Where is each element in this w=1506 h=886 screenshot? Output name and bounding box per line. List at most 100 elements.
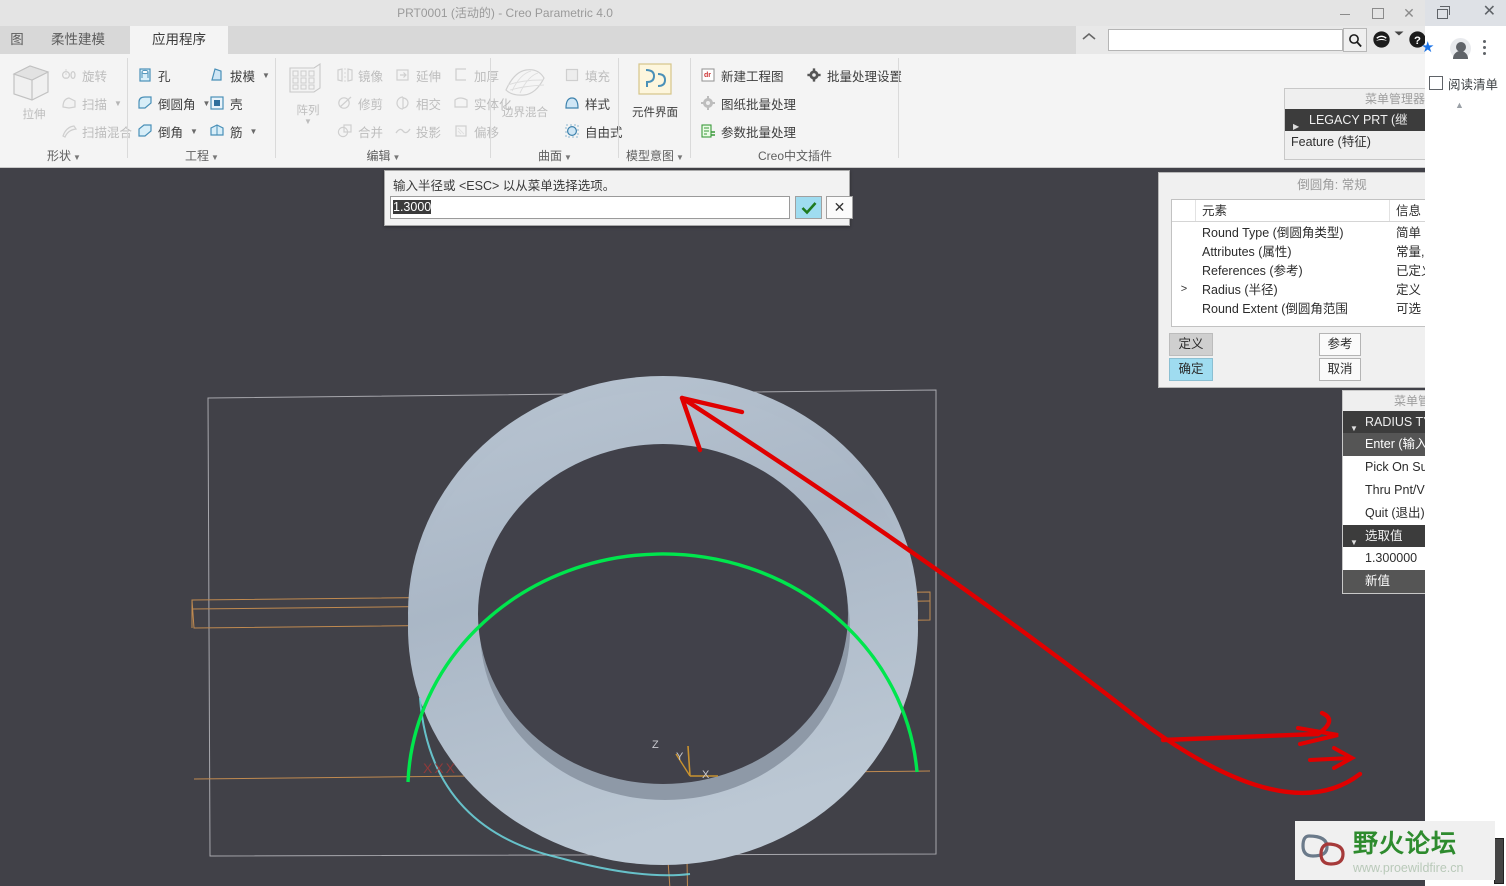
close-icon[interactable]: ✕	[1483, 3, 1496, 21]
shell-button[interactable]: 壳	[208, 90, 243, 116]
tab-flexible-modeling[interactable]: 柔性建模	[34, 26, 122, 54]
browser-toolbar-row: ★	[1421, 26, 1506, 70]
maximize-button[interactable]	[1369, 5, 1385, 21]
row-element: Round Type (倒圆角类型)	[1202, 226, 1344, 240]
ribbon-group-surfaces: 边界混合 填充 样式 自由式 曲面 ▼	[491, 54, 623, 168]
chevron-down-icon[interactable]: ▼	[262, 71, 270, 80]
account-icon[interactable]	[1450, 38, 1471, 59]
search-input-wrapper[interactable]	[1108, 29, 1343, 51]
group-label-text: 编辑	[366, 149, 391, 163]
draft-button[interactable]: 拔模 ▼	[208, 62, 270, 88]
cancel-button[interactable]: 取消	[1319, 358, 1361, 381]
pattern-button[interactable]: 阵列 ▼	[280, 60, 336, 126]
trim-button[interactable]: 修剪	[336, 90, 383, 116]
batch-settings-button[interactable]: 批量处理设置	[805, 62, 902, 88]
round-icon	[136, 94, 154, 112]
chevron-up-icon[interactable]: ▲	[1455, 100, 1464, 110]
ribbon-group-label-model-intent[interactable]: 模型意图 ▼	[619, 145, 691, 167]
chevron-down-icon[interactable]: ▼	[190, 127, 198, 136]
intersect-button[interactable]: 相交	[394, 90, 441, 116]
annotation-line-value	[1160, 731, 1321, 743]
more-vertical-icon[interactable]	[1483, 40, 1487, 58]
radius-input-value: 1.3000	[393, 200, 432, 214]
batch-param-button[interactable]: 参数批量处理	[699, 118, 796, 144]
group-label-text: 形状	[47, 149, 72, 163]
ok-button[interactable]: 确定	[1169, 358, 1213, 381]
ribbon-group-label-shapes[interactable]: 形状 ▼	[0, 145, 128, 167]
minimize-button[interactable]	[1337, 5, 1353, 21]
chevron-down-icon[interactable]: ▼	[250, 127, 258, 136]
chevron-down-icon[interactable]	[1394, 30, 1404, 50]
chevron-up-icon[interactable]	[1082, 32, 1098, 48]
radius-input-field[interactable]: 1.3000	[390, 196, 790, 219]
project-label: 投影	[416, 125, 442, 140]
search-button[interactable]	[1343, 28, 1367, 52]
round-button[interactable]: 倒圆角 ▼	[136, 90, 210, 116]
ribbon-group-label-creo-cn-plugin[interactable]: Creo中文插件	[691, 145, 899, 167]
rib-button[interactable]: 筋 ▼	[208, 118, 257, 144]
batch-drawing-button[interactable]: 图纸批量处理	[699, 90, 796, 116]
trim-icon	[336, 94, 354, 112]
merge-button[interactable]: 合并	[336, 118, 383, 144]
new-drawing-button[interactable]: dr 新建工程图	[699, 62, 784, 88]
forum-watermark: 野火论坛 www.proewildfire.cn	[1295, 821, 1495, 880]
batch-param-label: 参数批量处理	[721, 125, 797, 140]
draft-label: 拔模	[230, 69, 256, 84]
ribbon-group-label-engineering[interactable]: 工程 ▼	[128, 145, 276, 167]
component-interface-icon	[638, 63, 672, 95]
hole-button[interactable]: 孔	[136, 62, 171, 88]
row-element: Round Extent (倒圆角范围	[1202, 302, 1348, 316]
mirror-button[interactable]: 镜像	[336, 62, 383, 88]
revolve-button[interactable]: 旋转	[60, 62, 107, 88]
ring-solid	[408, 376, 918, 877]
star-icon[interactable]: ★	[1421, 38, 1434, 56]
fill-label: 填充	[585, 69, 611, 84]
project-button[interactable]: 投影	[394, 118, 441, 144]
tab-applications[interactable]: 应用程序	[130, 26, 228, 54]
boundary-blend-button[interactable]: 边界混合	[493, 60, 557, 120]
group-separator	[898, 58, 899, 158]
ribbon-group-label-editing[interactable]: 编辑 ▼	[276, 145, 491, 167]
define-button[interactable]: 定义	[1169, 333, 1213, 356]
tab-view[interactable]: 图	[0, 26, 34, 54]
mirror-label: 镜像	[358, 69, 384, 84]
svg-text:X: X	[702, 769, 710, 781]
swept-blend-label: 扫描混合	[82, 125, 133, 140]
radius-input-dialog[interactable]: 输入半径或 <ESC> 以从菜单选择选项。 1.3000 ✕	[384, 170, 853, 226]
extend-button[interactable]: 延伸	[394, 62, 441, 88]
reading-list-item[interactable]: 阅读清单	[1425, 70, 1506, 96]
browser-scrollbar[interactable]	[1494, 838, 1504, 884]
accept-button[interactable]	[795, 196, 822, 219]
mirror-icon	[336, 66, 354, 84]
svg-text:Z: Z	[652, 739, 659, 751]
pattern-icon	[289, 62, 321, 93]
reading-list-icon	[1429, 76, 1443, 90]
freestyle-button[interactable]: 自由式	[563, 118, 623, 144]
style-label: 样式	[585, 97, 611, 112]
style-button[interactable]: 样式	[563, 90, 610, 116]
ribbon-group-label-surfaces[interactable]: 曲面 ▼	[491, 145, 619, 167]
chamfer-button[interactable]: 倒角 ▼	[136, 118, 198, 144]
revolve-icon	[60, 66, 78, 84]
search-input[interactable]	[1109, 30, 1342, 50]
pick-value-label: 选取值	[1365, 529, 1403, 543]
title-bar: PRT0001 (活动的) - Creo Parametric 4.0 ✕	[0, 0, 1425, 26]
fill-button[interactable]: 填充	[563, 62, 610, 88]
restore-icon[interactable]	[1435, 5, 1450, 19]
swept-blend-button[interactable]: 扫描混合	[60, 118, 132, 144]
creo-logo-icon[interactable]	[1372, 30, 1392, 50]
cancel-button[interactable]: ✕	[826, 196, 853, 219]
chevron-down-icon[interactable]: ▼	[280, 117, 336, 126]
row-marker: >	[1180, 282, 1188, 295]
references-button[interactable]: 参考	[1319, 333, 1361, 356]
round-label: 倒圆角	[158, 97, 196, 112]
component-interface-button[interactable]: 元件界面	[627, 60, 683, 120]
header-element: 元素	[1196, 200, 1390, 221]
extrude-button[interactable]: 拉伸	[6, 60, 62, 122]
sweep-button[interactable]: 扫描 ▼	[60, 90, 122, 116]
chevron-down-icon[interactable]: ▼	[114, 99, 122, 108]
close-button[interactable]: ✕	[1401, 5, 1417, 21]
intersect-label: 相交	[416, 97, 442, 112]
row-element: References (参考)	[1202, 264, 1303, 278]
thicken-icon	[452, 66, 470, 84]
